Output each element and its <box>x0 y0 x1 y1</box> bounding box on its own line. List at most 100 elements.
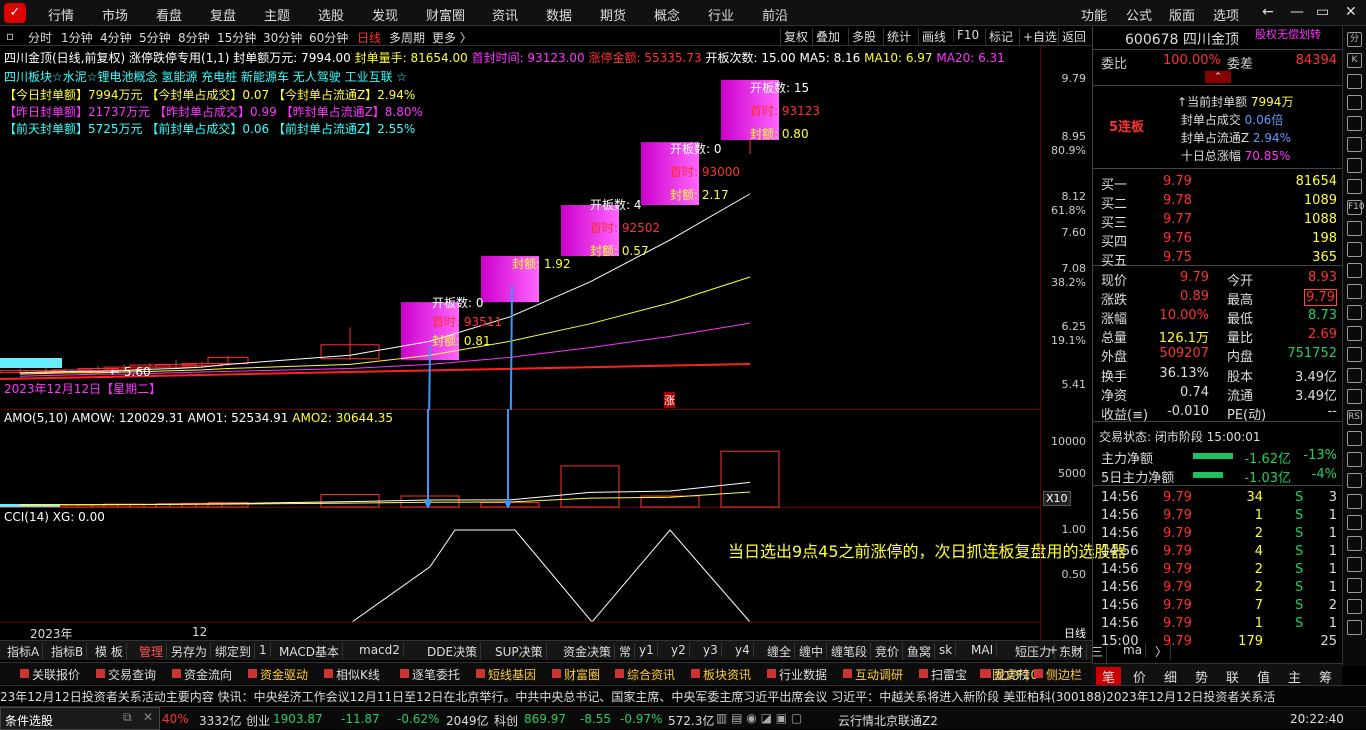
menu-item-shuju[interactable]: 数据 <box>546 5 572 24</box>
quote-tab-6[interactable]: 主 <box>1288 667 1301 686</box>
indicator-tab-23[interactable]: MAI <box>968 643 998 657</box>
indicator-tab-13[interactable]: y1 <box>636 643 658 657</box>
menu-item-hangqing[interactable]: 行情 <box>48 5 74 24</box>
app-logo-icon[interactable]: ✓ <box>4 3 26 23</box>
back-icon[interactable]: ← <box>1262 4 1274 20</box>
side-icon-7[interactable] <box>1347 179 1362 194</box>
period-1min[interactable]: 1分钟 <box>61 29 93 46</box>
func-btn-8[interactable]: 综合资讯 <box>613 666 675 683</box>
func-btn-3[interactable]: 资金驱动 <box>246 666 308 683</box>
btn-biaoji[interactable]: 标记 <box>985 28 1013 45</box>
period-5min[interactable]: 5分钟 <box>139 29 171 46</box>
func-btn-5[interactable]: 逐笔委托 <box>398 666 460 683</box>
close-icon[interactable]: ✕ <box>1345 4 1357 20</box>
bid-row-3[interactable]: 买四 9.76 198 <box>1101 231 1337 250</box>
btn-add-watchlist[interactable]: +自选 <box>1019 28 1057 45</box>
quote-tab-5[interactable]: 值 <box>1257 667 1270 686</box>
func-btn-9[interactable]: 板块资讯 <box>689 666 751 683</box>
side-icon-0[interactable]: 分 <box>1347 32 1362 47</box>
side-icon-4[interactable] <box>1347 116 1362 131</box>
indicator-tab-3[interactable]: 管理 <box>136 643 168 660</box>
indicator-tab-10[interactable]: SUP决策 <box>492 643 547 660</box>
indicator-tab-1[interactable]: 指标B <box>48 643 88 660</box>
btn-tongji[interactable]: 统计 <box>883 28 911 45</box>
bid-row-0[interactable]: 买一 9.79 81654 <box>1101 174 1337 193</box>
menu-item-caifuquan[interactable]: 财富圈 <box>426 5 465 24</box>
period-day[interactable]: 日线 <box>357 29 381 46</box>
menu-item-xuanxiang[interactable]: 选项 <box>1213 5 1239 24</box>
news-ticker[interactable]: 23年12月12日投资者关系活动主要内容 快讯：中央经济工作会议12月11日至1… <box>0 685 1366 705</box>
side-icon-14[interactable] <box>1347 326 1362 341</box>
indicator-tab-5[interactable]: 绑定到 <box>212 643 256 660</box>
quote-tab-2[interactable]: 细 <box>1164 667 1177 686</box>
menu-item-fupan[interactable]: 复盘 <box>210 5 236 24</box>
period-more[interactable]: 更多 〉 <box>432 29 472 46</box>
indicator-tab-0[interactable]: 指标A <box>4 643 44 660</box>
minimize-icon[interactable]: — <box>1290 4 1304 20</box>
period-60min[interactable]: 60分钟 <box>309 29 348 46</box>
side-icon-23[interactable] <box>1347 515 1362 530</box>
period-30min[interactable]: 30分钟 <box>263 29 302 46</box>
func-btn-0[interactable]: 关联报价 <box>18 666 80 683</box>
quote-tab-4[interactable]: 联 <box>1226 667 1239 686</box>
side-icon-11[interactable] <box>1347 263 1362 278</box>
indicator-tab-4[interactable]: 另存为 <box>168 643 212 660</box>
side-icon-5[interactable] <box>1347 137 1362 152</box>
indicator-tab-20[interactable]: 竞价 <box>872 643 904 660</box>
side-icon-6[interactable] <box>1347 158 1362 173</box>
side-icon-15[interactable] <box>1347 347 1362 362</box>
btn-f10[interactable]: F10 <box>953 28 979 42</box>
menu-item-zixun[interactable]: 资讯 <box>492 5 518 24</box>
main-kline-chart[interactable]: 四川金顶(日线,前复权) 涨停跌停专用(1,1) 封单额万元: 7994.00 … <box>0 46 1040 410</box>
side-icon-3[interactable] <box>1347 95 1362 110</box>
condition-select-panel[interactable]: 条件选股 ⧉ ✕ <box>0 707 160 730</box>
indicator-tab-18[interactable]: 缠中 <box>796 643 828 660</box>
func-btn-11[interactable]: 互动调研 <box>841 666 903 683</box>
maximize-icon[interactable]: ▭ <box>1316 4 1329 20</box>
side-icon-24[interactable] <box>1347 536 1362 551</box>
menu-item-hangye[interactable]: 行业 <box>708 5 734 24</box>
quote-tab-1[interactable]: 价 <box>1133 667 1146 686</box>
func-btn-sidebar[interactable]: 侧边栏 <box>1032 666 1082 683</box>
btn-diejia[interactable]: 叠加 <box>812 28 840 45</box>
side-icon-22[interactable] <box>1347 494 1362 509</box>
menu-item-zhuti[interactable]: 主题 <box>264 5 290 24</box>
side-icon-1[interactable]: K <box>1347 53 1362 68</box>
menu-item-xuangu[interactable]: 选股 <box>318 5 344 24</box>
indicator-tab-14[interactable]: y2 <box>668 643 690 657</box>
period-multi[interactable]: 多周期 <box>389 29 425 46</box>
amo-volume-pane[interactable]: AMO(5,10) AMOW: 120029.31 AMO1: 52534.91… <box>0 409 1040 508</box>
indicator-tab-7[interactable]: MACD基本 <box>276 643 343 660</box>
btn-duogu[interactable]: 多股 <box>848 28 876 45</box>
bid-row-4[interactable]: 买五 9.75 365 <box>1101 250 1337 269</box>
func-btn-2[interactable]: 资金流向 <box>170 666 232 683</box>
indicator-tab-11[interactable]: 资金决策 <box>560 643 616 660</box>
indicator-tab-15[interactable]: y3 <box>700 643 722 657</box>
menu-item-qianyan[interactable]: 前沿 <box>762 5 788 24</box>
side-icon-17[interactable] <box>1347 389 1362 404</box>
menu-item-shichang[interactable]: 市场 <box>102 5 128 24</box>
func-btn-4[interactable]: 相似K线 <box>322 666 380 683</box>
btn-fuquan[interactable]: 复权 <box>780 28 808 45</box>
menu-item-gongshi[interactable]: 公式 <box>1126 5 1152 24</box>
func-btn-1[interactable]: 交易查询 <box>94 666 156 683</box>
indicator-tab-2[interactable]: 模 板 <box>92 643 127 660</box>
side-icon-28[interactable] <box>1347 620 1362 635</box>
menu-item-qihuo[interactable]: 期货 <box>600 5 626 24</box>
indicator-tab-17[interactable]: 缠全 <box>764 643 796 660</box>
menu-item-kanpan[interactable]: 看盘 <box>156 5 182 24</box>
btn-return[interactable]: 返回 <box>1058 28 1086 45</box>
indicator-tab-16[interactable]: y4 <box>732 643 754 657</box>
side-icon-8[interactable]: F10 <box>1347 200 1365 215</box>
period-fenshi[interactable]: 分时 <box>28 29 52 46</box>
side-icon-20[interactable] <box>1347 452 1362 467</box>
period-8min[interactable]: 8分钟 <box>178 29 210 46</box>
side-icon-13[interactable] <box>1347 305 1362 320</box>
func-btn-10[interactable]: 行业数据 <box>765 666 827 683</box>
side-icon-26[interactable] <box>1347 578 1362 593</box>
func-btn-12[interactable]: 扫雷宝 <box>917 666 967 683</box>
side-icon-21[interactable] <box>1347 473 1362 488</box>
tabs-add-icon[interactable]: + <box>1048 643 1058 657</box>
tick-list[interactable]: 14:56 9.79 34 S 3 14:56 9.79 1 S 1 14:56 9.79 2 S 1 14:… <box>1093 488 1343 663</box>
menu-item-gongneng[interactable]: 功能 <box>1081 5 1107 24</box>
